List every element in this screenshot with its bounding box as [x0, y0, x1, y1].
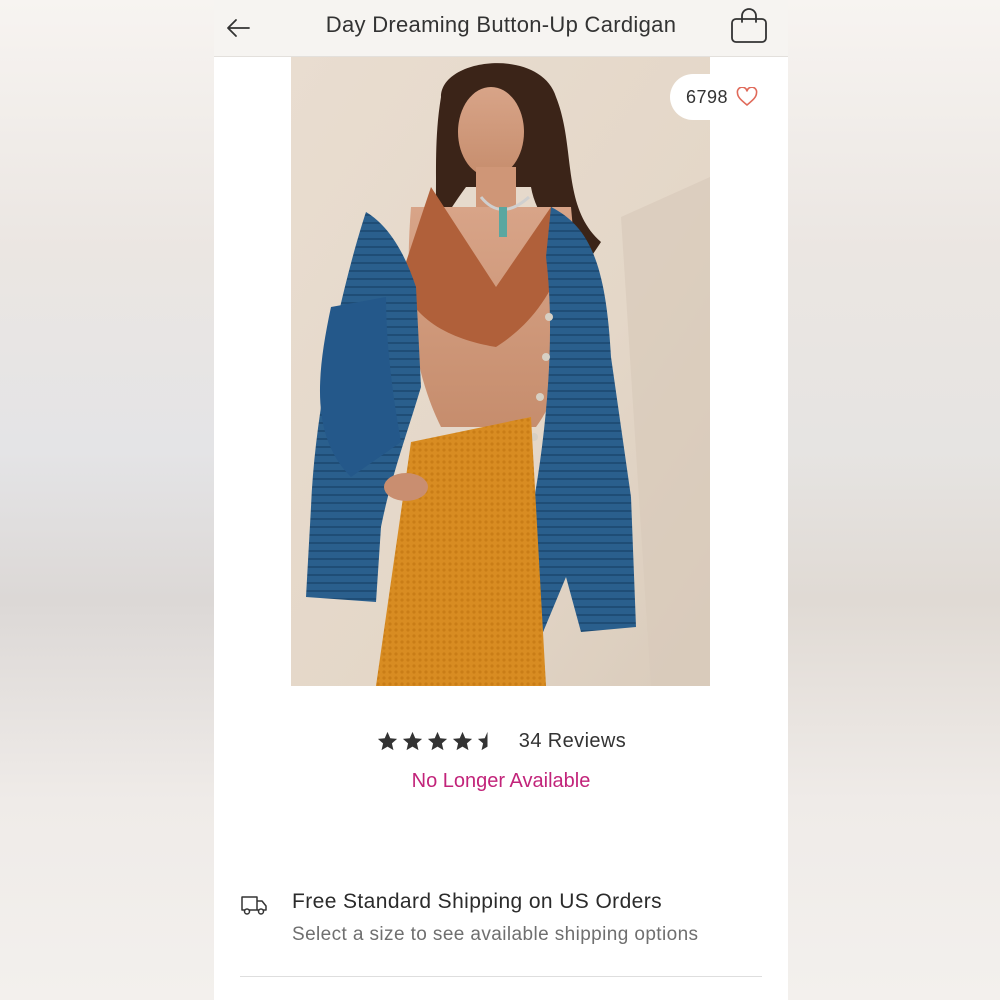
star-full-icon [402, 731, 422, 750]
product-image[interactable] [291, 57, 710, 686]
star-half-icon [477, 731, 488, 750]
top-nav-bar: Day Dreaming Button-Up Cardigan [214, 0, 788, 57]
star-full-icon [377, 731, 397, 750]
product-page: Day Dreaming Button-Up Cardigan 6798 34 … [214, 0, 788, 1000]
reviews-link[interactable]: 34 Reviews [519, 730, 626, 753]
background-blur-left [0, 0, 214, 1000]
shopping-bag-button[interactable] [728, 6, 770, 46]
shopping-bag-icon [731, 8, 767, 43]
product-photo [291, 57, 710, 686]
star-full-icon [452, 731, 472, 750]
rating-row: 34 Reviews [214, 724, 788, 758]
shipping-title: Free Standard Shipping on US Orders [292, 890, 663, 913]
back-button[interactable] [222, 12, 254, 44]
background-blur-right [788, 0, 1000, 1000]
truck-icon [241, 896, 267, 915]
like-count: 6798 [685, 86, 729, 107]
heart-outline-icon [736, 87, 758, 106]
star-full-icon [427, 731, 447, 750]
shipping-subtitle: Select a size to see available shipping … [292, 924, 699, 945]
availability-status: No Longer Available [411, 770, 591, 792]
star-rating [376, 730, 499, 753]
like-button[interactable]: 6798 [670, 74, 774, 120]
arrow-left-icon [227, 19, 250, 37]
page-title: Day Dreaming Button-Up Cardigan [325, 12, 677, 37]
section-divider [240, 976, 762, 977]
